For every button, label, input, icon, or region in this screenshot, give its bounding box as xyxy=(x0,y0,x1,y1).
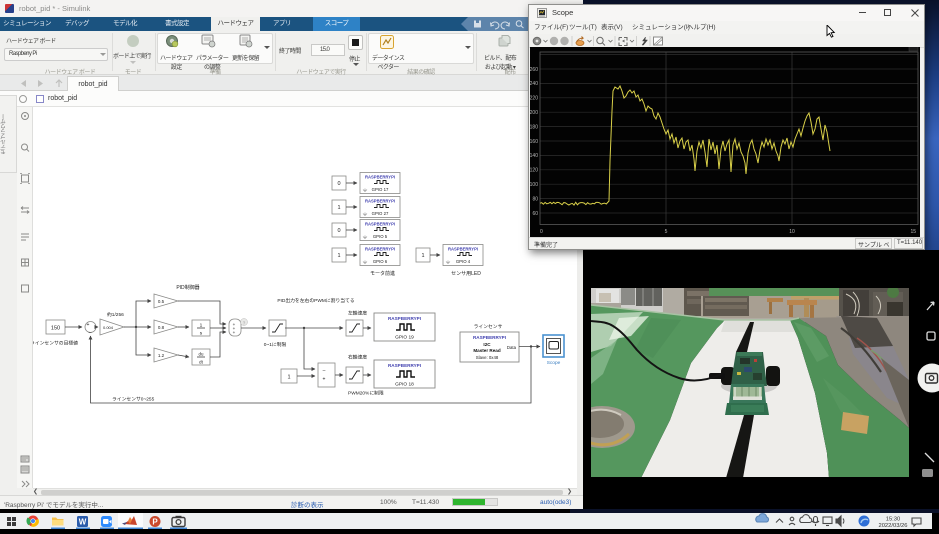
svg-text:1: 1 xyxy=(337,253,340,259)
svg-text:2022/03/26: 2022/03/26 xyxy=(878,523,907,529)
svg-text:220: 220 xyxy=(530,96,538,102)
svg-text:80: 80 xyxy=(532,196,538,202)
svg-text:0.8: 0.8 xyxy=(158,325,165,330)
svg-text:+: + xyxy=(87,322,90,328)
svg-text:GPIO 27: GPIO 27 xyxy=(372,211,389,216)
svg-text:Data: Data xyxy=(507,345,517,350)
svg-text:PID出力を左右のPWMに割り当てる: PID出力を左右のPWMに割り当てる xyxy=(277,297,354,304)
svg-text:GPIO 6: GPIO 6 xyxy=(373,259,388,264)
svg-text:du: du xyxy=(199,352,204,357)
svg-text:センサ用LED: センサ用LED xyxy=(451,271,481,277)
svg-text:0: 0 xyxy=(337,228,340,234)
svg-text:–: – xyxy=(323,368,326,374)
svg-text:–: – xyxy=(89,330,92,336)
svg-text:P: P xyxy=(152,518,158,527)
svg-text:0.004: 0.004 xyxy=(103,325,114,330)
svg-text:GPIO 5: GPIO 5 xyxy=(373,234,388,239)
svg-text:PWM20%に制限: PWM20%に制限 xyxy=(348,390,384,397)
svg-text:RASPBERRYPI: RASPBERRYPI xyxy=(473,335,506,340)
svg-text:200: 200 xyxy=(530,110,538,116)
svg-text:GPIO 17: GPIO 17 xyxy=(372,187,389,192)
svg-text:160: 160 xyxy=(530,139,538,145)
svg-text:1: 1 xyxy=(200,323,203,329)
svg-text:0: 0 xyxy=(540,229,543,235)
svg-text:ラインセンサの目標値: ラインセンサの目標値 xyxy=(33,340,78,347)
svg-text:240: 240 xyxy=(530,81,538,87)
svg-text:Master Read: Master Read xyxy=(473,348,501,353)
svg-text:+: + xyxy=(323,377,326,383)
svg-text:RASPBERRYPI: RASPBERRYPI xyxy=(388,363,421,368)
svg-text:GPIO 4: GPIO 4 xyxy=(456,259,471,264)
svg-text:1: 1 xyxy=(421,253,424,259)
svg-text:140: 140 xyxy=(530,153,538,159)
svg-text:5: 5 xyxy=(665,229,668,235)
svg-text:W: W xyxy=(79,518,87,527)
svg-text:約1/256: 約1/256 xyxy=(107,311,124,318)
svg-text:0.5: 0.5 xyxy=(158,299,165,304)
svg-text:150: 150 xyxy=(51,326,60,332)
svg-text:100: 100 xyxy=(530,182,538,188)
svg-text:GPIO 19: GPIO 19 xyxy=(395,335,414,341)
svg-text:左輪速度: 左輪速度 xyxy=(348,310,367,317)
svg-text:10: 10 xyxy=(789,229,795,235)
svg-text:モータ前進: モータ前進 xyxy=(370,270,395,277)
svg-text:1.2: 1.2 xyxy=(158,353,165,358)
svg-text:Scope: Scope xyxy=(547,360,561,366)
svg-text:右輪速度: 右輪速度 xyxy=(348,354,367,361)
svg-text:120: 120 xyxy=(530,168,538,174)
svg-text:1: 1 xyxy=(337,205,340,211)
svg-text:ラインセンサ0~255: ラインセンサ0~255 xyxy=(112,397,155,403)
svg-text:PID制御器: PID制御器 xyxy=(176,284,199,291)
svg-text:I2C: I2C xyxy=(483,342,491,347)
svg-text:15:30: 15:30 xyxy=(886,517,901,523)
svg-text:180: 180 xyxy=(530,124,538,130)
svg-text:15: 15 xyxy=(910,229,916,235)
svg-text:ラインセンサ: ラインセンサ xyxy=(474,324,503,330)
svg-text:60: 60 xyxy=(532,211,538,217)
svg-text:260: 260 xyxy=(530,67,538,73)
svg-text:Slave: 0x48: Slave: 0x48 xyxy=(476,355,499,360)
svg-text:1: 1 xyxy=(287,375,290,381)
svg-text:+: + xyxy=(233,330,236,335)
svg-text:0~1に制限: 0~1に制限 xyxy=(264,341,287,348)
svg-text:0: 0 xyxy=(337,181,340,187)
svg-text:GPIO 18: GPIO 18 xyxy=(395,382,414,388)
svg-text:RASPBERRYPI: RASPBERRYPI xyxy=(388,316,421,321)
